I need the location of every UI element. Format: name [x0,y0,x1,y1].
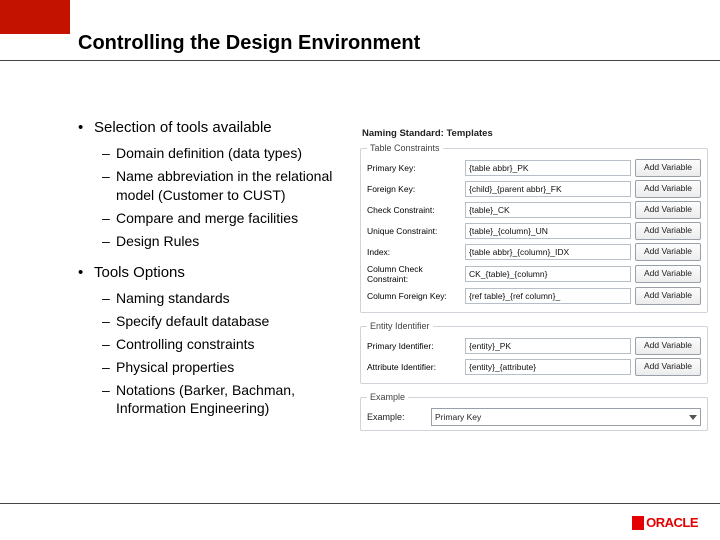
divider-top [0,60,720,61]
panel-title: Naming Standard: Templates [362,128,708,139]
attribute-identifier-input[interactable]: {entity}_{attribute} [465,359,631,375]
row-column-foreign-key: Column Foreign Key: {ref table}_{ref col… [367,287,701,305]
slide-accent-block [0,0,70,34]
label: Index: [367,247,461,257]
label: Primary Identifier: [367,341,461,351]
bullet-selection-of-tools: Selection of tools available [78,118,358,138]
label: Foreign Key: [367,184,461,194]
oracle-logo: ORACLE [632,515,698,530]
example-group: Example Example: Primary Key [360,392,708,431]
subbullet: Compare and merge facilities [102,209,358,228]
oracle-logo-icon [632,516,644,530]
label: Column Foreign Key: [367,291,461,301]
subbullet: Controlling constraints [102,335,358,354]
add-variable-button[interactable]: Add Variable [635,222,701,240]
row-index: Index: {table abbr}_{column}_IDX Add Var… [367,243,701,261]
row-primary-identifier: Primary Identifier: {entity}_PK Add Vari… [367,337,701,355]
row-column-check-constraint: Column Check Constraint: CK_{table}_{col… [367,264,701,284]
naming-standards-panel: Naming Standard: Templates Table Constra… [360,128,708,439]
label: Unique Constraint: [367,226,461,236]
primary-identifier-input[interactable]: {entity}_PK [465,338,631,354]
add-variable-button[interactable]: Add Variable [635,287,701,305]
row-primary-key: Primary Key: {table abbr}_PK Add Variabl… [367,159,701,177]
add-variable-button[interactable]: Add Variable [635,201,701,219]
example-select[interactable]: Primary Key [431,408,701,426]
entity-identifier-legend: Entity Identifier [367,321,433,331]
check-constraint-input[interactable]: {table}_CK [465,202,631,218]
entity-identifier-group: Entity Identifier Primary Identifier: {e… [360,321,708,384]
example-legend: Example [367,392,408,402]
example-select-value: Primary Key [435,412,481,422]
subbullet: Domain definition (data types) [102,144,358,163]
oracle-logo-text: ORACLE [646,515,698,530]
add-variable-button[interactable]: Add Variable [635,159,701,177]
label: Primary Key: [367,163,461,173]
subbullet: Physical properties [102,358,358,377]
foreign-key-input[interactable]: {child}_{parent abbr}_FK [465,181,631,197]
label: Example: [367,412,427,422]
add-variable-button[interactable]: Add Variable [635,358,701,376]
label: Attribute Identifier: [367,362,461,372]
row-example: Example: Primary Key [367,408,701,426]
label: Check Constraint: [367,205,461,215]
add-variable-button[interactable]: Add Variable [635,180,701,198]
unique-constraint-input[interactable]: {table}_{column}_UN [465,223,631,239]
subbullet: Naming standards [102,289,358,308]
add-variable-button[interactable]: Add Variable [635,265,701,283]
column-foreign-key-input[interactable]: {ref table}_{ref column}_ [465,288,631,304]
chevron-down-icon [689,415,697,420]
subbullet: Notations (Barker, Bachman, Information … [102,381,358,419]
add-variable-button[interactable]: Add Variable [635,243,701,261]
index-input[interactable]: {table abbr}_{column}_IDX [465,244,631,260]
bullet-tools-options: Tools Options [78,263,358,283]
slide-title: Controlling the Design Environment [78,32,420,55]
subbullet: Name abbreviation in the relational mode… [102,167,358,205]
row-attribute-identifier: Attribute Identifier: {entity}_{attribut… [367,358,701,376]
divider-bottom [0,503,720,504]
table-constraints-group: Table Constraints Primary Key: {table ab… [360,143,708,313]
row-unique-constraint: Unique Constraint: {table}_{column}_UN A… [367,222,701,240]
row-foreign-key: Foreign Key: {child}_{parent abbr}_FK Ad… [367,180,701,198]
subbullet: Specify default database [102,312,358,331]
add-variable-button[interactable]: Add Variable [635,337,701,355]
primary-key-input[interactable]: {table abbr}_PK [465,160,631,176]
row-check-constraint: Check Constraint: {table}_CK Add Variabl… [367,201,701,219]
slide-body: Selection of tools available Domain defi… [78,118,358,430]
subbullet: Design Rules [102,232,358,251]
label: Column Check Constraint: [367,264,461,284]
table-constraints-legend: Table Constraints [367,143,443,153]
column-check-constraint-input[interactable]: CK_{table}_{column} [465,266,631,282]
